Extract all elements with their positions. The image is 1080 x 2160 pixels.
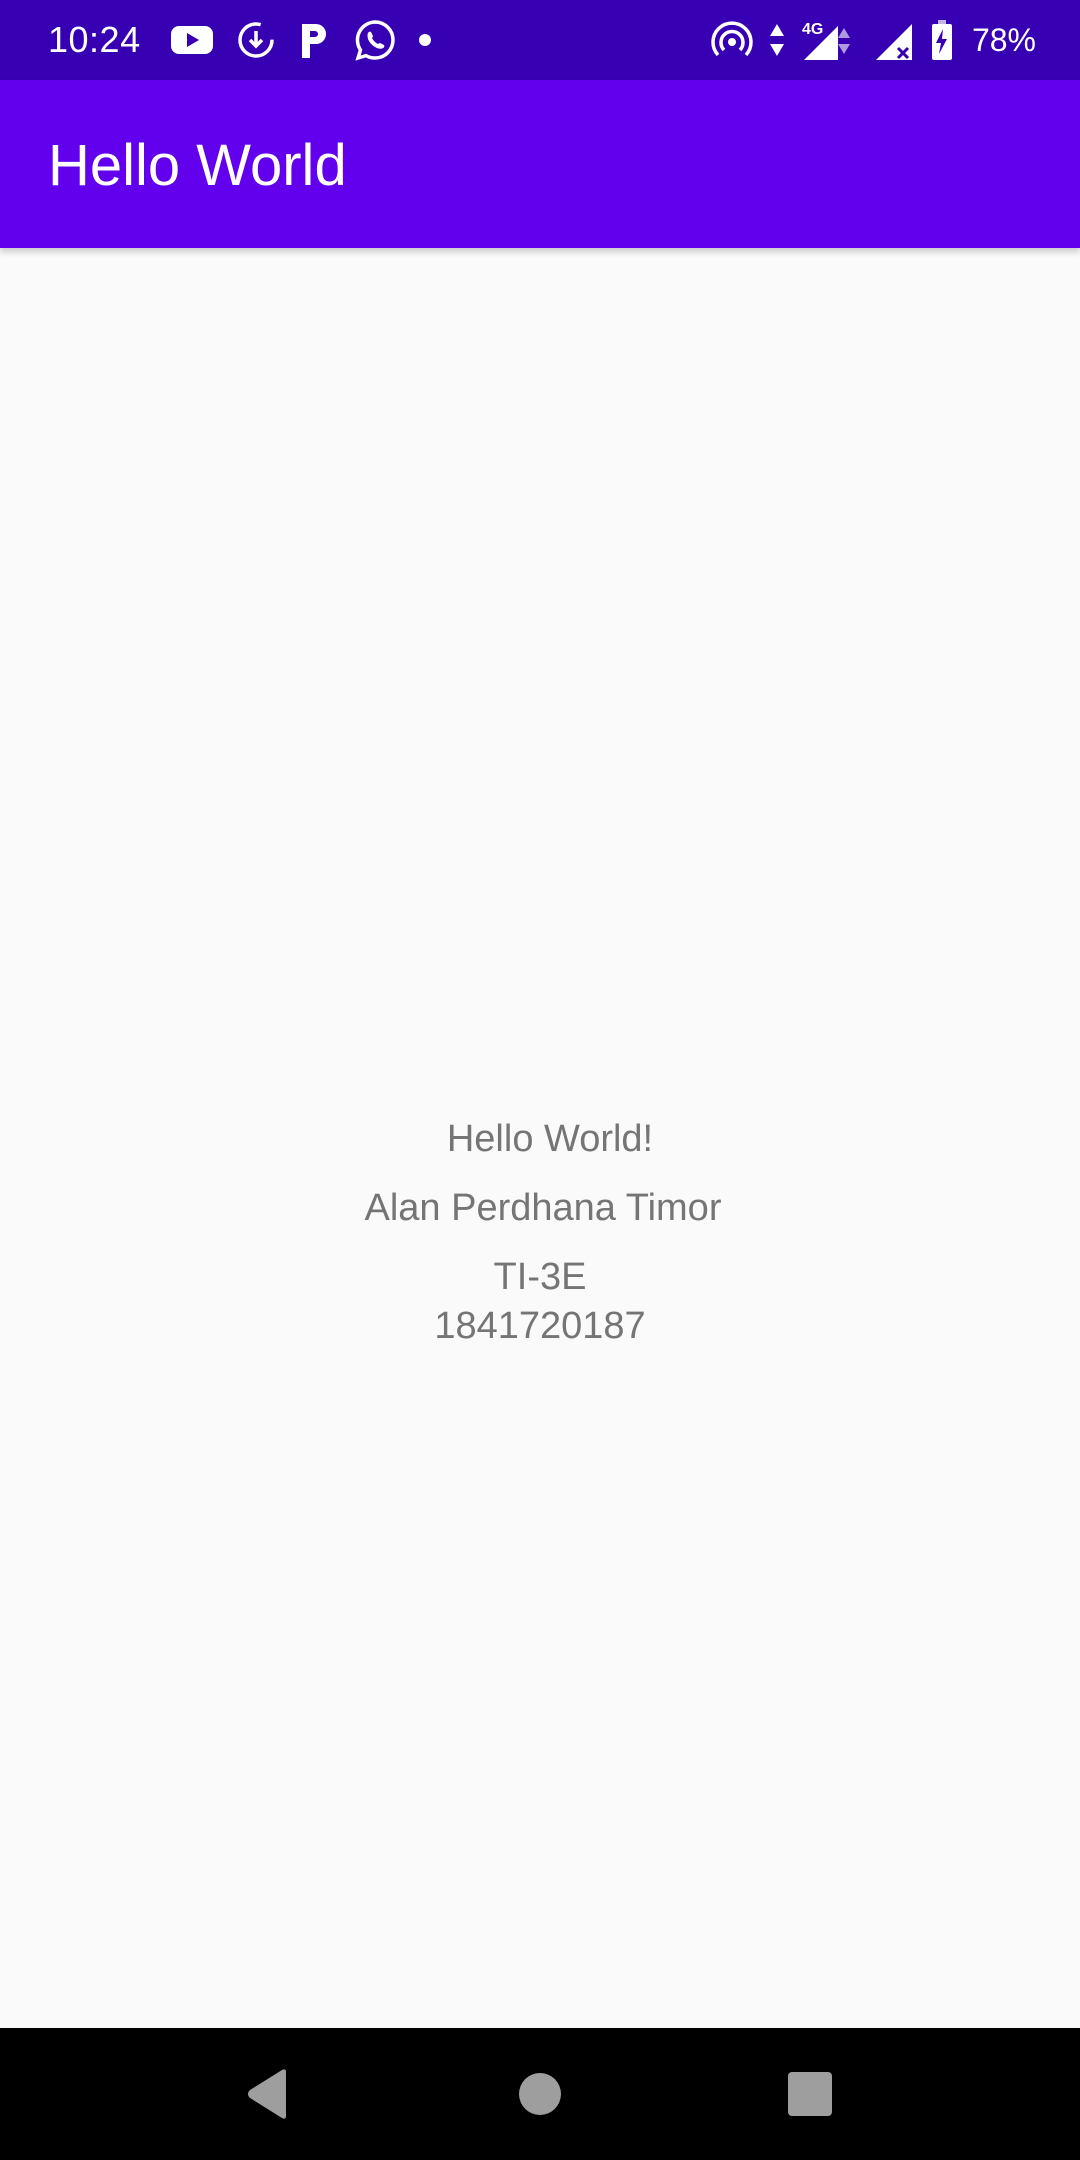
status-time: 10:24 <box>48 19 141 60</box>
back-icon <box>248 2069 286 2119</box>
battery-icon <box>930 19 954 61</box>
data-arrows-icon <box>768 22 786 58</box>
whatsapp-icon <box>354 19 396 61</box>
no-signal-icon <box>874 18 916 62</box>
app-bar: Hello World <box>0 80 1080 248</box>
class-text: TI-3E <box>493 1256 587 1298</box>
p-icon <box>298 20 332 60</box>
status-bar: 10:24 4G 78% <box>0 0 1080 80</box>
navigation-bar <box>0 2028 1080 2160</box>
greeting-text: Hello World! <box>446 1118 654 1160</box>
student-id-text: 1841720187 <box>434 1305 646 1347</box>
back-button[interactable] <box>232 2058 304 2130</box>
system-icons: 4G 78% <box>710 18 1036 62</box>
home-icon <box>519 2073 561 2115</box>
network-label: 4G <box>802 21 823 38</box>
youtube-icon <box>170 24 214 56</box>
name-text: Alan Perdhana Timor <box>364 1187 722 1229</box>
recents-button[interactable] <box>774 2058 846 2130</box>
update-icon <box>236 20 276 60</box>
main-content: Hello World! Alan Perdhana Timor TI-3E 1… <box>0 248 1080 2028</box>
recents-icon <box>788 2072 832 2116</box>
dot-icon <box>418 33 432 47</box>
4g-signal-icon: 4G <box>800 18 860 62</box>
battery-percent: 78% <box>971 22 1036 58</box>
notification-icons <box>170 18 432 62</box>
app-title: Hello World <box>48 133 347 198</box>
home-button[interactable] <box>504 2058 576 2130</box>
hotspot-icon <box>710 18 754 62</box>
screen: 10:24 4G 78% Hello World Hello World! Al… <box>0 0 1080 2160</box>
